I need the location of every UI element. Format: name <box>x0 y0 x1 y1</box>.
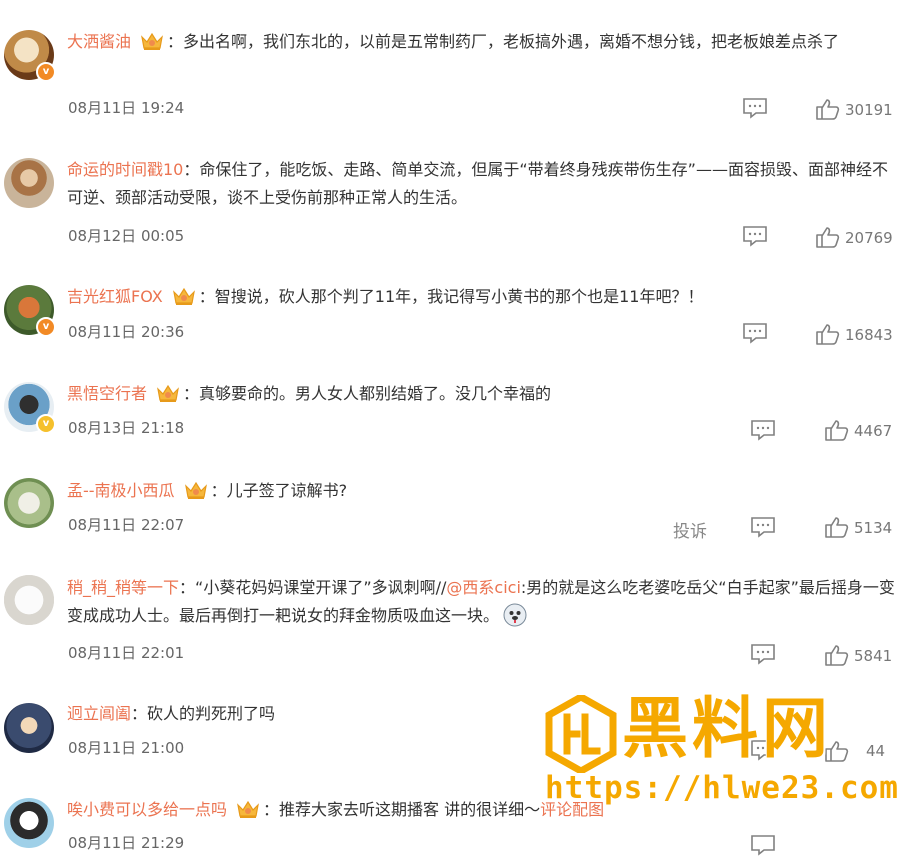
comment-text-line: 命运的时间戳10：命保住了，能吃饭、走路、简单交流，但属于“带着终身残疾带伤生存… <box>67 160 888 207</box>
comment-time: 08月11日 20:36 <box>68 323 185 341</box>
comment-time: 08月11日 19:24 <box>68 99 185 117</box>
username-link[interactable]: 命运的时间戳10 <box>67 160 183 179</box>
avatar[interactable]: v <box>4 30 56 82</box>
username-link[interactable]: 稍_稍_稍等一下 <box>67 578 179 597</box>
reply-comment-icon[interactable] <box>750 516 776 538</box>
avatar[interactable] <box>4 703 54 753</box>
reply-comment-icon[interactable] <box>742 225 768 247</box>
username-link[interactable]: 大洒酱油 <box>67 32 131 51</box>
like-icon[interactable] <box>815 98 841 120</box>
comment-text: 智搜说，砍人那个判了11年，我记得写小黄书的那个也是11年吧？！ <box>214 287 704 306</box>
comment-text-line: 黑悟空行者 ：真够要命的。男人女人都别结婚了。没几个幸福的 <box>67 384 552 403</box>
like-icon[interactable] <box>824 516 850 538</box>
comment-time: 08月11日 22:01 <box>68 644 185 662</box>
verified-badge-icon: v <box>36 414 56 434</box>
comment-text: 推荐大家去听这期播客 讲的很详细～ <box>279 800 541 819</box>
verified-badge-icon: v <box>36 317 56 337</box>
comment-time: 08月11日 21:00 <box>68 739 185 757</box>
comment-text: 儿子签了谅解书? <box>226 481 348 500</box>
like-count: 5134 <box>854 519 893 537</box>
avatar[interactable]: v <box>4 285 56 337</box>
vip-crown-icon <box>184 481 207 499</box>
comment-time: 08月11日 21:29 <box>68 834 185 852</box>
like-count: 4467 <box>854 422 893 440</box>
avatar[interactable] <box>4 575 54 625</box>
comment-text-line: 吉光红狐FOX ：智搜说，砍人那个判了11年，我记得写小黄书的那个也是11年吧？！ <box>67 287 704 306</box>
vip-crown-icon <box>157 384 179 402</box>
avatar[interactable] <box>4 478 54 528</box>
vip-crown-icon <box>141 32 163 50</box>
report-button[interactable]: 投诉 <box>673 517 707 542</box>
reply-comment-icon[interactable] <box>750 643 776 665</box>
reply-comment-icon[interactable] <box>750 834 776 856</box>
like-count: 30191 <box>845 101 893 119</box>
avatar[interactable] <box>4 798 54 848</box>
username-link[interactable]: 黑悟空行者 <box>67 384 147 403</box>
username-link[interactable]: 吉光红狐FOX <box>67 287 163 306</box>
comment-text: “小葵花妈妈课堂开课了”多讽刺啊// <box>195 578 447 597</box>
reply-comment-icon[interactable] <box>742 322 768 344</box>
comment-text: 多出名啊，我们东北的，以前是五常制药厂，老板搞外遇，离婚不想分钱，把老板娘差点杀… <box>183 32 840 51</box>
comment-time: 08月12日 00:05 <box>68 227 185 245</box>
like-count: 44 <box>866 742 886 760</box>
like-icon[interactable] <box>815 226 841 248</box>
avatar[interactable]: v <box>4 382 56 434</box>
comment-text-line: 稍_稍_稍等一下：“小葵花妈妈课堂开课了”多讽刺啊//@西系cici:男的就是这… <box>67 578 895 627</box>
like-icon[interactable] <box>824 419 850 441</box>
like-count: 5841 <box>854 647 893 665</box>
comment-text: 真够要命的。男人女人都别结婚了。没几个幸福的 <box>199 384 552 403</box>
mention-link[interactable]: @西系cici <box>446 578 521 597</box>
verified-badge-icon: v <box>36 62 56 82</box>
username-link[interactable]: 孟--南极小西瓜 <box>67 481 175 500</box>
vip-crown-icon <box>237 800 259 818</box>
watermark-brand: 黑料网 <box>622 690 832 767</box>
reply-comment-icon[interactable] <box>742 97 768 119</box>
comment-text-line: 孟--南极小西瓜 ：儿子签了谅解书? <box>67 481 348 500</box>
comment-time: 08月13日 21:18 <box>68 419 185 437</box>
watermark-logo-icon <box>545 695 617 773</box>
comment-text: 砍人的判死刑了吗 <box>147 704 276 723</box>
like-icon[interactable] <box>824 644 850 666</box>
vip-crown-icon <box>172 287 195 305</box>
like-count: 20769 <box>845 229 893 247</box>
username-link[interactable]: 唉小费可以多给一点吗 <box>67 800 227 819</box>
watermark-url: https://hlwe23.com <box>545 770 899 806</box>
username-link[interactable]: 迥立阊阖 <box>67 704 131 723</box>
comment-time: 08月11日 22:07 <box>68 516 185 534</box>
avatar[interactable] <box>4 158 54 208</box>
comment-text-line: 大洒酱油 ：多出名啊，我们东北的，以前是五常制药厂，老板搞外遇，离婚不想分钱，把老… <box>67 32 840 51</box>
like-icon[interactable] <box>815 323 841 345</box>
doge-emoji-icon <box>503 603 527 627</box>
reply-comment-icon[interactable] <box>750 419 776 441</box>
like-count: 16843 <box>845 326 893 344</box>
